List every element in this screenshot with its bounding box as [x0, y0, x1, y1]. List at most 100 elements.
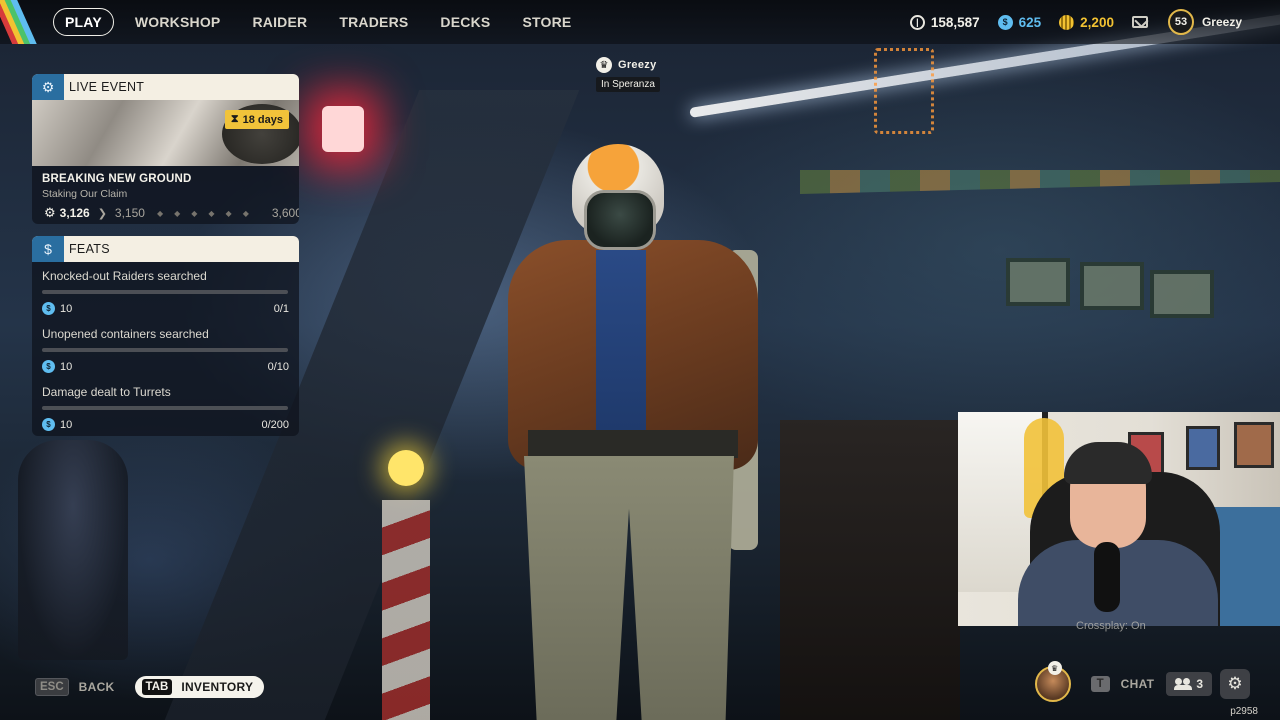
- webcam-cabinet: [1210, 507, 1280, 626]
- mail-icon[interactable]: [1131, 16, 1148, 28]
- back-button[interactable]: BACK: [79, 680, 115, 694]
- yellow-light: [388, 450, 424, 486]
- esc-key[interactable]: ESC: [35, 678, 69, 696]
- feat-reward: $ 10: [42, 360, 72, 373]
- coin-icon: $: [42, 302, 55, 315]
- feat-progress-count: 0/1: [273, 302, 289, 315]
- feat-progress-bar: [42, 406, 288, 410]
- event-current-points: 3,126: [59, 206, 90, 220]
- feats-panel: $ FEATS Knocked-out Raiders searched $ 1…: [32, 236, 299, 436]
- gold-balance[interactable]: 2,200: [1059, 14, 1114, 30]
- inventory-button[interactable]: TAB INVENTORY: [134, 676, 265, 698]
- event-banner-image: ⧗ 18 days: [32, 100, 299, 166]
- chat-button[interactable]: CHAT: [1121, 677, 1155, 691]
- feat-reward: $ 10: [42, 418, 72, 431]
- t-key[interactable]: T: [1090, 676, 1110, 692]
- microphone: [1094, 542, 1120, 612]
- live-event-header: ⚙ LIVE EVENT: [32, 74, 299, 100]
- friends-icon: [1174, 678, 1193, 690]
- coins-balance[interactable]: | 158,587: [909, 14, 980, 30]
- monitor: [1080, 262, 1144, 310]
- bottom-left-controls: ESC BACK TAB INVENTORY: [35, 676, 265, 698]
- friends-button[interactable]: 3: [1166, 672, 1212, 696]
- monitor: [1150, 270, 1214, 318]
- currency-bar: | 158,587 $ 625 2,200 53 Greezy: [909, 0, 1280, 44]
- feat-progress-count: 0/200: [261, 418, 289, 431]
- gear-icon: ⚙: [44, 205, 56, 220]
- nav-decks[interactable]: DECKS: [429, 9, 501, 35]
- character-pants: [524, 456, 734, 720]
- event-next-milestone: 3,150: [114, 206, 145, 220]
- feats-header: $ FEATS: [32, 236, 299, 262]
- character-gas-mask: [584, 190, 656, 250]
- chevron-right-icon: ❯: [97, 207, 107, 220]
- token-icon: $: [32, 236, 64, 262]
- tab-key: TAB: [141, 679, 173, 695]
- nav-traders[interactable]: TRADERS: [328, 9, 419, 35]
- tokens-value: 625: [1018, 14, 1042, 30]
- build-id: p2958: [1230, 706, 1258, 717]
- gear-icon: ⚙: [32, 74, 64, 100]
- feat-progress-bar: [42, 348, 288, 352]
- feat-progress-count: 0/10: [267, 360, 289, 373]
- nav-workshop[interactable]: WORKSHOP: [124, 9, 232, 35]
- feat-item[interactable]: Damage dealt to Turrets $ 10 0/200: [32, 378, 299, 436]
- character-belt: [528, 430, 738, 458]
- red-light: [322, 106, 364, 152]
- feat-title: Damage dealt to Turrets: [42, 385, 171, 399]
- settings-button[interactable]: ⚙: [1220, 669, 1250, 699]
- token-icon: $: [997, 14, 1013, 30]
- crown-icon: ♛: [1047, 661, 1062, 675]
- webcam-caption: Crossplay: On: [1076, 620, 1146, 632]
- profile-button[interactable]: 53 Greezy: [1167, 9, 1242, 35]
- level-badge: 53: [1167, 9, 1194, 35]
- days-left-text: 18 days: [242, 113, 283, 126]
- nav-play[interactable]: PLAY: [53, 8, 114, 36]
- event-max-points: 3,600: [271, 206, 299, 220]
- tokens-balance[interactable]: $ 625: [997, 14, 1042, 30]
- feat-title: Knocked-out Raiders searched: [42, 269, 207, 283]
- inventory-label: INVENTORY: [181, 680, 254, 694]
- feat-reward: $ 10: [42, 302, 72, 315]
- character-shirt: [596, 250, 646, 430]
- coins-value: 158,587: [930, 14, 980, 30]
- avatar[interactable]: ♛: [1034, 661, 1071, 702]
- coins-icon: |: [909, 14, 925, 30]
- friends-count: 3: [1196, 677, 1203, 691]
- nav-store[interactable]: STORE: [511, 9, 582, 35]
- player-tag: ♛ Greezy In Speranza: [596, 57, 660, 92]
- feat-reward-value: 10: [60, 360, 73, 373]
- live-event-panel[interactable]: ⚙ LIVE EVENT ⧗ 18 days BREAKING NEW GROU…: [32, 74, 299, 224]
- background-npcs: [18, 440, 128, 660]
- feat-item[interactable]: Unopened containers searched $ 10 0/10: [32, 320, 299, 378]
- event-subtitle: Staking Our Claim: [42, 188, 128, 200]
- bunting-flags: [800, 170, 1280, 194]
- event-progress: ⚙ 3,126 ❯ 3,150 ◆◆◆◆◆◆ 3,600: [44, 205, 299, 221]
- gear-icon: ⚙: [1227, 674, 1243, 693]
- event-name: BREAKING NEW GROUND: [42, 173, 192, 185]
- striped-post: [382, 500, 430, 720]
- hourglass-icon: ⧗: [230, 113, 239, 125]
- player-character[interactable]: [488, 140, 778, 720]
- live-event-title: LIVE EVENT: [69, 80, 145, 94]
- profile-name: Greezy: [1201, 15, 1242, 29]
- wall-frame: [1234, 422, 1274, 468]
- coin-icon: $: [42, 360, 55, 373]
- feat-reward-value: 10: [60, 418, 73, 431]
- coin-icon: $: [42, 418, 55, 431]
- gold-icon: [1059, 14, 1075, 30]
- game-logo: [0, 0, 44, 44]
- gold-value: 2,200: [1080, 14, 1114, 30]
- feat-item[interactable]: Knocked-out Raiders searched $ 10 0/1: [32, 262, 299, 320]
- player-location: In Speranza: [596, 77, 660, 92]
- nav-raider[interactable]: RAIDER: [241, 9, 318, 35]
- streamer-webcam: [958, 412, 1280, 626]
- bottom-right-controls: ♛ T CHAT 3 ⚙: [1034, 661, 1250, 702]
- streamer-beanie: [1064, 442, 1152, 484]
- feats-title: FEATS: [69, 242, 110, 256]
- top-nav-bar: PLAY WORKSHOP RAIDER TRADERS DECKS STORE…: [0, 0, 1280, 44]
- feat-reward-value: 10: [60, 302, 73, 315]
- feat-title: Unopened containers searched: [42, 327, 209, 341]
- milestone-dots: ◆◆◆◆◆◆: [156, 208, 260, 218]
- days-left-badge: ⧗ 18 days: [224, 110, 289, 129]
